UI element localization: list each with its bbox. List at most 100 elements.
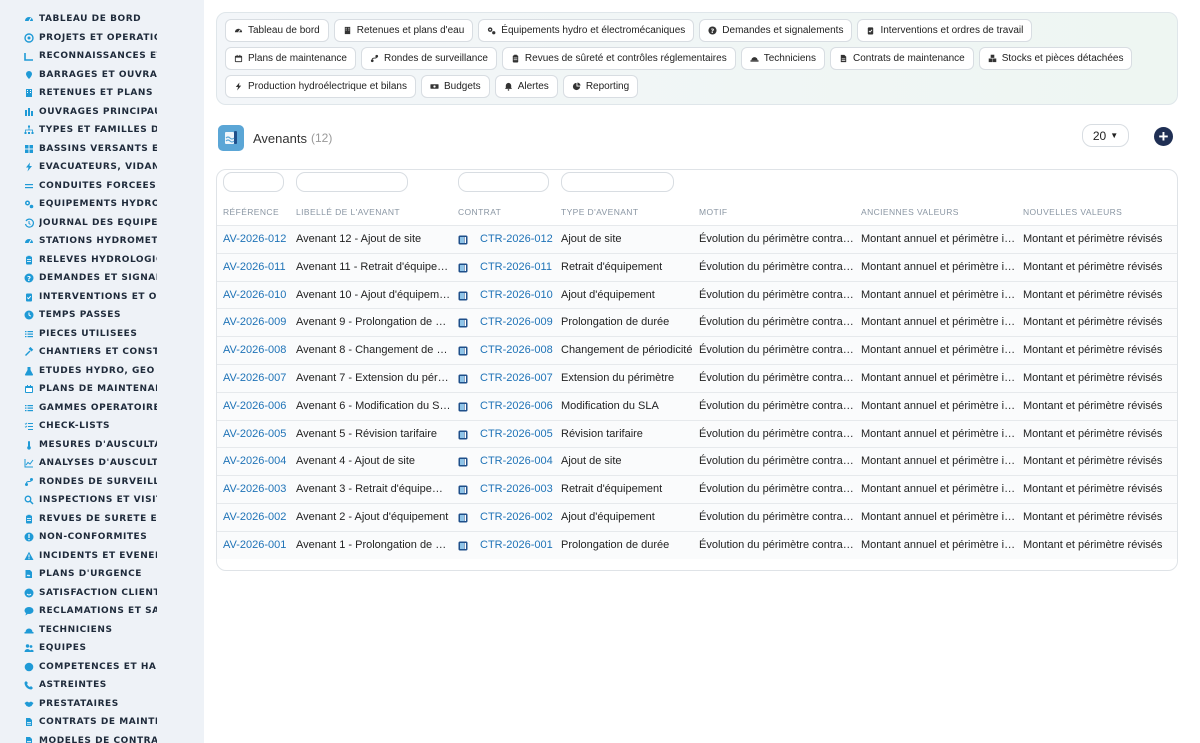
sidebar-item[interactable]: Techniciens [0,621,204,640]
cell-ref[interactable]: AV-2026-004 [223,448,291,475]
cell-contrat[interactable]: CTR-2026-005 [480,421,558,448]
sidebar-item[interactable]: Types et familles d'ouvrages [0,121,204,140]
sidebar-item[interactable]: Rondes de surveillance [0,473,204,492]
sidebar-item[interactable]: Journal des équipements [0,214,204,233]
cell-ref[interactable]: AV-2026-010 [223,282,291,309]
table-row[interactable]: AV-2026-001 Avenant 1 - Prolongation de d… [217,530,1177,559]
cell-ref[interactable]: AV-2026-007 [223,365,291,392]
cell-contrat[interactable]: CTR-2026-010 [480,282,558,309]
sidebar-item[interactable]: Conduites forcées et galeries [0,177,204,196]
sidebar-item[interactable]: Analyses d'auscultation [0,454,204,473]
sidebar-item[interactable]: Équipes [0,639,204,658]
sidebar-item[interactable]: Revues de sûreté et contrôles [0,510,204,529]
cell-ref[interactable]: AV-2026-001 [223,532,291,559]
table-row[interactable]: AV-2026-006 Avenant 6 - Modification du S… [217,391,1177,420]
cell-contrat[interactable]: CTR-2026-012 [480,226,558,253]
sidebar-item[interactable]: Incidents et événements [0,547,204,566]
sidebar-item[interactable]: Relevés hydrologiques [0,251,204,270]
table-row[interactable]: AV-2026-011 Avenant 11 - Retrait d'équipe… [217,252,1177,281]
module-button[interactable]: Revues de sûreté et contrôles réglementa… [501,47,736,70]
sidebar-item[interactable]: Prestataires [0,695,204,714]
column-header[interactable]: Type d'avenant [561,199,638,225]
sidebar-item[interactable]: Évacuateurs, vidanges [0,158,204,177]
page-size-select[interactable]: 20 ▼ [1082,124,1129,147]
sidebar-item[interactable]: Non-conformités [0,528,204,547]
sidebar-item[interactable]: Check-lists [0,417,204,436]
module-button[interactable]: Contrats de maintenance [829,47,974,70]
module-button[interactable]: Rondes de surveillance [360,47,497,70]
module-button[interactable]: Budgets [420,75,490,98]
table-row[interactable]: AV-2026-012 Avenant 12 - Ajout de site CTR… [217,225,1177,253]
sidebar-item[interactable]: Ouvrages principaux [0,103,204,122]
cell-ref[interactable]: AV-2026-009 [223,309,291,336]
module-button[interactable]: ? Demandes et signalements [699,19,853,42]
sidebar-item[interactable]: Astreintes [0,676,204,695]
column-header[interactable]: Libellé de l'avenant [296,199,400,225]
cell-contrat[interactable]: CTR-2026-007 [480,365,558,392]
sidebar-item[interactable]: Stations hydrométriques [0,232,204,251]
cell-ref[interactable]: AV-2026-008 [223,337,291,364]
table-row[interactable]: AV-2026-003 Avenant 3 - Retrait d'équipem… [217,475,1177,503]
cell-ref[interactable]: AV-2026-005 [223,421,291,448]
sidebar-item[interactable]: Contrats de maintenance [0,713,204,732]
sidebar-item[interactable]: Mesures d'auscultation [0,436,204,455]
filter-libelle-input[interactable] [296,172,408,192]
sidebar-item[interactable]: Études hydro, géo et environnement [0,362,204,381]
table-row[interactable]: AV-2026-010 Avenant 10 - Ajout d'équipeme… [217,280,1177,309]
module-button[interactable]: Plans de maintenance [225,47,356,70]
column-header[interactable]: Référence [223,199,279,225]
sidebar-item[interactable]: Retenues et plans d'eau [0,84,204,103]
sidebar-item[interactable]: Interventions et ordres de travail [0,288,204,307]
table-row[interactable]: AV-2026-007 Avenant 7 - Extension du péri… [217,363,1177,392]
add-button[interactable]: + [1154,127,1173,146]
sidebar-item[interactable]: Chantiers et constructions [0,343,204,362]
cell-ref[interactable]: AV-2026-011 [223,254,291,281]
module-button[interactable]: Équipements hydro et électromécaniques [478,19,695,42]
cell-ref[interactable]: AV-2026-012 [223,226,291,253]
column-header[interactable]: Anciennes valeurs [861,199,959,225]
sidebar-item[interactable]: Équipements hydro et électromécaniques [0,195,204,214]
sidebar-item[interactable]: Temps passés [0,306,204,325]
sidebar-item[interactable]: Inspections et visites [0,491,204,510]
module-button[interactable]: Reporting [562,75,639,98]
module-button[interactable]: Alertes [494,75,558,98]
cell-ref[interactable]: AV-2026-006 [223,393,291,420]
cell-contrat[interactable]: CTR-2026-003 [480,476,558,503]
module-button[interactable]: Stocks et pièces détachées [978,47,1133,70]
table-row[interactable]: AV-2026-002 Avenant 2 - Ajout d'équipemen… [217,502,1177,531]
cell-contrat[interactable]: CTR-2026-006 [480,393,558,420]
table-row[interactable]: AV-2026-008 Avenant 8 - Changement de pér… [217,336,1177,364]
cell-contrat[interactable]: CTR-2026-004 [480,448,558,475]
table-row[interactable]: AV-2026-009 Avenant 9 - Prolongation de d… [217,308,1177,337]
column-header[interactable]: Motif [699,199,727,225]
cell-contrat[interactable]: CTR-2026-002 [480,504,558,531]
column-header[interactable]: Nouvelles valeurs [1023,199,1122,225]
sidebar-item[interactable]: Plans de maintenance [0,380,204,399]
sidebar-item[interactable]: Projets et opérations [0,29,204,48]
sidebar-item[interactable]: Compétences et habilitations [0,658,204,677]
column-header[interactable]: Contrat [458,199,501,225]
sidebar-item[interactable]: Pièces utilisées [0,325,204,344]
table-row[interactable]: AV-2026-004 Avenant 4 - Ajout de site CTR-… [217,447,1177,476]
sidebar-item[interactable]: Reconnaissances et visites [0,47,204,66]
module-button[interactable]: Production hydroélectrique et bilans [225,75,416,98]
filter-reference-input[interactable] [223,172,284,192]
sidebar-item[interactable]: Gammes opératoires [0,399,204,418]
sidebar-item[interactable]: Modèles de contrats [0,732,204,743]
module-button[interactable]: Retenues et plans d'eau [333,19,474,42]
table-row[interactable]: AV-2026-005 Avenant 5 - Révision tarifair… [217,419,1177,448]
sidebar-item[interactable]: Tableau de bord [0,10,204,29]
sidebar-item[interactable]: Réclamations et SAV [0,602,204,621]
sidebar-item[interactable]: Plans d'urgence [0,565,204,584]
module-button[interactable]: Interventions et ordres de travail [857,19,1033,42]
cell-contrat[interactable]: CTR-2026-008 [480,337,558,364]
sidebar-item[interactable]: Satisfaction client [0,584,204,603]
cell-contrat[interactable]: CTR-2026-009 [480,309,558,336]
cell-contrat[interactable]: CTR-2026-011 [480,254,558,281]
cell-ref[interactable]: AV-2026-003 [223,476,291,503]
filter-type-input[interactable] [561,172,674,192]
module-button[interactable]: Techniciens [740,47,825,70]
sidebar-item[interactable]: Barrages et ouvrages [0,66,204,85]
sidebar-item[interactable]: Bassins versants et affluents [0,140,204,159]
module-button[interactable]: Tableau de bord [225,19,329,42]
